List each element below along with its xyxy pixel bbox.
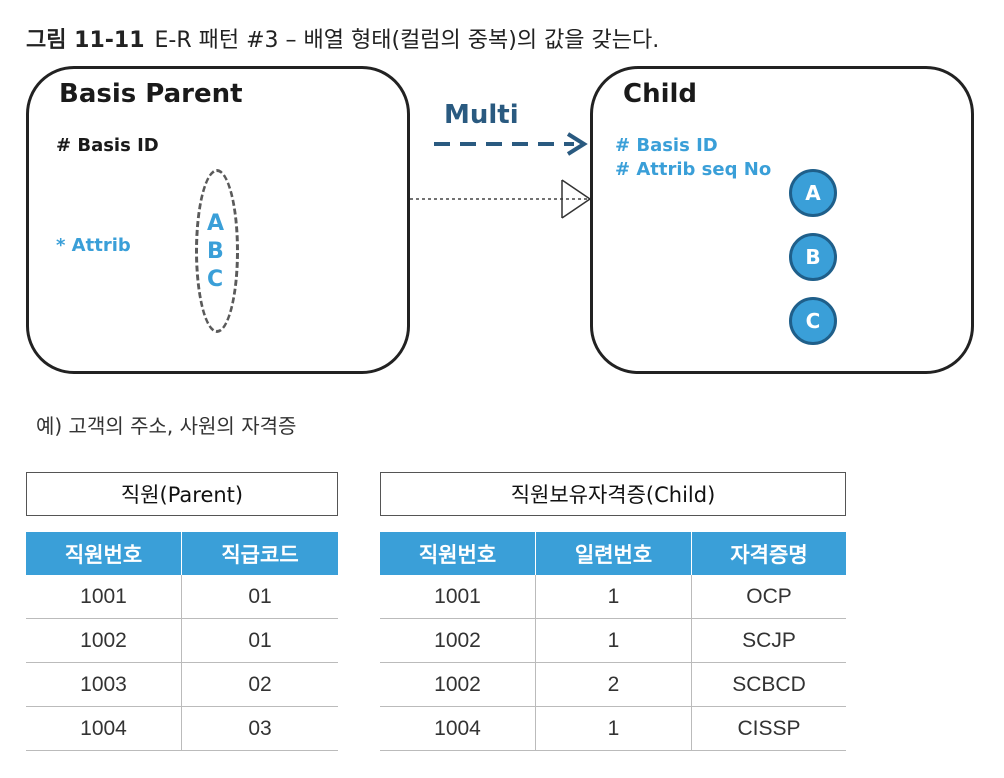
- example-text: 예) 고객의 주소, 사원의 자격증: [36, 414, 297, 438]
- parent-id-attribute: # Basis ID: [56, 135, 159, 156]
- table-cell: 02: [181, 662, 338, 707]
- parent-entity-title: Basis Parent: [59, 79, 243, 109]
- table-row: 1004 1 CISSP: [380, 706, 846, 751]
- table-row: 1003 02: [26, 662, 338, 707]
- table-cell: 1002: [380, 618, 536, 663]
- parent-entity-box: Basis Parent # Basis ID * Attrib A B C: [26, 66, 410, 374]
- child-seq-attribute: # Attrib seq No: [615, 159, 772, 180]
- child-value-a: A: [789, 169, 837, 217]
- child-table-header-row: 직원번호 일련번호 자격증명: [380, 532, 846, 575]
- table-cell: SCJP: [691, 618, 846, 663]
- crowfoot-bottom: [561, 198, 591, 219]
- crowfoot-top: [561, 179, 591, 200]
- parent-table: 직원번호 직급코드 1001 01 1002 01 1003 02 1004 0…: [26, 532, 338, 751]
- table-cell: 1004: [26, 706, 182, 751]
- table-row: 1001 1 OCP: [380, 575, 846, 619]
- parent-attrib: * Attrib: [56, 235, 131, 256]
- table-cell: 1002: [380, 662, 536, 707]
- array-value-b: B: [207, 239, 224, 264]
- parent-table-header-row: 직원번호 직급코드: [26, 532, 338, 575]
- table-row: 1002 01: [26, 618, 338, 663]
- child-value-b: B: [789, 233, 837, 281]
- array-value-c: C: [207, 267, 224, 292]
- table-cell: 01: [181, 575, 338, 619]
- table-row: 1002 2 SCBCD: [380, 662, 846, 707]
- child-basis-id-attribute: # Basis ID: [615, 135, 718, 156]
- child-table-title: 직원보유자격증(Child): [380, 472, 846, 516]
- table-cell: SCBCD: [691, 662, 846, 707]
- table-cell: OCP: [691, 575, 846, 619]
- table-cell: 01: [181, 618, 338, 663]
- child-value-c: C: [789, 297, 837, 345]
- child-entity-box: Child # Basis ID # Attrib seq No A B C: [590, 66, 974, 374]
- table-cell: 1001: [26, 575, 182, 619]
- table-row: 1001 01: [26, 575, 338, 619]
- parent-table-header: 직원번호: [26, 532, 182, 575]
- child-table-header: 자격증명: [691, 532, 846, 575]
- child-table: 직원번호 일련번호 자격증명 1001 1 OCP 1002 1 SCJP 10…: [380, 532, 846, 751]
- table-cell: 1004: [380, 706, 536, 751]
- parent-table-header: 직급코드: [181, 532, 338, 575]
- parent-table-title: 직원(Parent): [26, 472, 338, 516]
- table-cell: CISSP: [691, 706, 846, 751]
- table-cell: 1: [535, 706, 692, 751]
- child-table-header: 일련번호: [535, 532, 692, 575]
- child-table-header: 직원번호: [380, 532, 536, 575]
- table-cell: 1: [535, 575, 692, 619]
- table-cell: 1003: [26, 662, 182, 707]
- array-value-a: A: [207, 211, 225, 236]
- table-cell: 2: [535, 662, 692, 707]
- relationship-label: Multi: [444, 100, 519, 130]
- child-entity-title: Child: [623, 79, 698, 109]
- table-cell: 1: [535, 618, 692, 663]
- table-cell: 1002: [26, 618, 182, 663]
- table-row: 1002 1 SCJP: [380, 618, 846, 663]
- table-cell: 1001: [380, 575, 536, 619]
- table-row: 1004 03: [26, 706, 338, 751]
- table-cell: 03: [181, 706, 338, 751]
